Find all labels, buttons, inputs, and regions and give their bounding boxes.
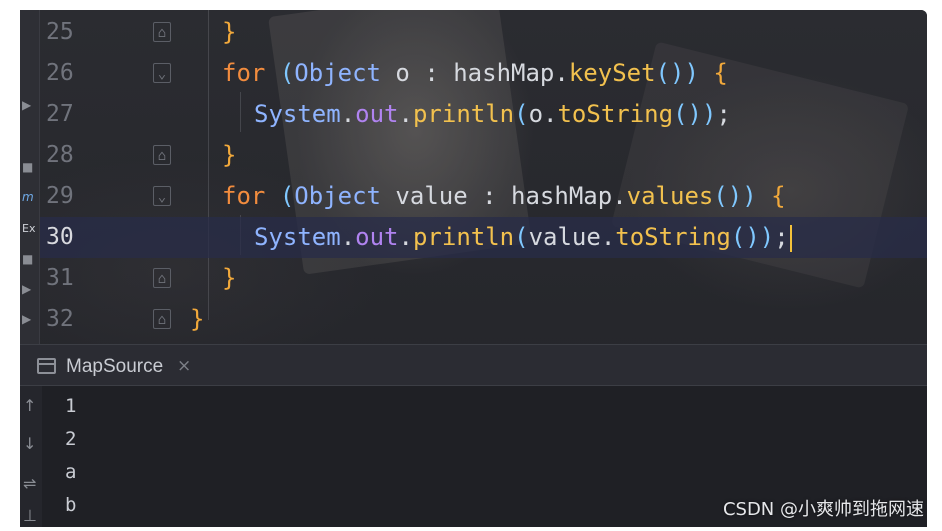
- output-line: 2: [65, 428, 77, 450]
- type-name: Object: [294, 59, 381, 87]
- text-caret: [789, 224, 792, 252]
- method-name: toString: [615, 223, 731, 251]
- keyword-for: for: [222, 59, 266, 87]
- code-text: System.out.println(value.toString());: [254, 223, 792, 252]
- opening-brace: {: [713, 59, 728, 87]
- line-number: 25: [46, 19, 74, 45]
- run-panel-header: MapSource ×: [20, 344, 927, 386]
- code-text: }: [190, 305, 204, 333]
- output-line: b: [65, 494, 77, 516]
- semicolon: ;: [716, 100, 731, 128]
- fold-end-icon[interactable]: ⌂: [153, 145, 171, 165]
- line-number: 26: [46, 60, 74, 86]
- paren: (: [514, 100, 529, 128]
- scroll-down-icon[interactable]: ↓: [23, 434, 36, 453]
- dot: .: [398, 100, 413, 128]
- closing-brace: }: [222, 18, 237, 46]
- fold-end-icon[interactable]: ⌂: [153, 268, 171, 288]
- method-name: println: [412, 100, 515, 128]
- output-line: 1: [65, 395, 77, 417]
- method-name: values: [626, 182, 714, 210]
- line-number: 30: [46, 224, 74, 250]
- code-line[interactable]: 25 ⌂ }: [40, 12, 927, 53]
- paren: (: [279, 59, 295, 87]
- output-line: a: [65, 461, 77, 483]
- colon: :: [424, 59, 439, 87]
- line-number: 31: [46, 265, 74, 291]
- paren: ()): [673, 100, 717, 128]
- expand-arrow-icon[interactable]: ▶: [22, 282, 31, 296]
- paren: ()): [730, 223, 775, 251]
- code-text: }: [222, 18, 236, 46]
- field-name: out: [355, 223, 399, 251]
- class-name: System: [254, 223, 341, 251]
- current-code-line[interactable]: 30 System.out.println(value.toString());: [40, 217, 927, 258]
- console-toolbar: ↑ ↓ ⇌ ⊥: [20, 386, 42, 527]
- closing-brace: }: [190, 305, 205, 333]
- code-line[interactable]: 32 ⌂ }: [40, 299, 927, 340]
- folder-icon[interactable]: ■: [22, 252, 33, 266]
- semicolon: ;: [774, 223, 789, 251]
- line-number: 27: [46, 101, 74, 127]
- type-name: Object: [294, 182, 381, 210]
- paren: ()): [713, 182, 757, 210]
- expand-arrow-icon[interactable]: ▶: [22, 312, 31, 326]
- line-number: 29: [46, 183, 74, 209]
- code-text: System.out.println(o.toString());: [254, 100, 731, 128]
- method-name: toString: [557, 100, 674, 128]
- method-name: println: [412, 223, 515, 251]
- module-icon[interactable]: m: [22, 190, 34, 204]
- paren: (: [279, 182, 295, 210]
- folder-icon[interactable]: ■: [22, 160, 33, 174]
- code-text: for (Object o : hashMap.keySet()) {: [222, 59, 728, 87]
- run-tab-title[interactable]: MapSource: [66, 356, 163, 378]
- paren: (: [514, 223, 529, 251]
- class-name: System: [254, 100, 341, 128]
- scroll-to-end-icon[interactable]: ⊥: [23, 506, 37, 525]
- map-variable: hashMap: [511, 182, 613, 210]
- closing-brace: }: [222, 264, 237, 292]
- loop-variable: o: [395, 59, 410, 87]
- keyword-for: for: [222, 182, 266, 210]
- loop-variable: value: [395, 182, 468, 210]
- console-window-icon: [37, 358, 56, 374]
- code-text: }: [222, 264, 236, 292]
- dot: .: [340, 100, 356, 128]
- fold-start-icon[interactable]: ⌄: [153, 186, 171, 206]
- close-tab-icon[interactable]: ×: [177, 356, 191, 376]
- dot: .: [340, 223, 356, 251]
- code-text: for (Object value : hashMap.values()) {: [222, 182, 786, 210]
- dot: .: [554, 59, 569, 87]
- scroll-up-icon[interactable]: ↑: [23, 396, 36, 415]
- code-line[interactable]: 26 ⌄ for (Object o : hashMap.keySet()) {: [40, 53, 927, 94]
- argument: o: [528, 100, 544, 128]
- code-line[interactable]: 27 System.out.println(o.toString());: [40, 94, 927, 135]
- soft-wrap-icon[interactable]: ⇌: [23, 474, 36, 493]
- fold-end-icon[interactable]: ⌂: [153, 309, 171, 329]
- code-line[interactable]: 31 ⌂ }: [40, 258, 927, 299]
- code-line[interactable]: 29 ⌄ for (Object value : hashMap.values(…: [40, 176, 927, 217]
- watermark-text: CSDN @小爽帅到拖网速: [722, 499, 924, 520]
- run-icon[interactable]: ▶: [22, 98, 31, 112]
- code-text: }: [222, 141, 236, 169]
- line-number: 28: [46, 142, 74, 168]
- opening-brace: {: [771, 182, 786, 210]
- line-number: 32: [46, 306, 74, 332]
- field-name: out: [355, 100, 399, 128]
- dot: .: [612, 182, 627, 210]
- dot: .: [600, 223, 616, 251]
- fold-start-icon[interactable]: ⌄: [153, 63, 171, 83]
- fold-end-icon[interactable]: ⌂: [153, 22, 171, 42]
- map-variable: hashMap: [453, 59, 555, 87]
- closing-brace: }: [222, 141, 237, 169]
- dot: .: [398, 223, 413, 251]
- dot: .: [543, 100, 558, 128]
- code-editor[interactable]: 25 ⌂ } 26 ⌄ for (Object o : hashMap.keyS…: [40, 10, 927, 344]
- colon: :: [482, 182, 497, 210]
- argument: value: [528, 223, 601, 251]
- code-line[interactable]: 28 ⌂ }: [40, 135, 927, 176]
- method-name: keySet: [568, 59, 656, 87]
- paren: ()): [655, 59, 699, 87]
- external-libraries-label[interactable]: Ex: [22, 222, 35, 236]
